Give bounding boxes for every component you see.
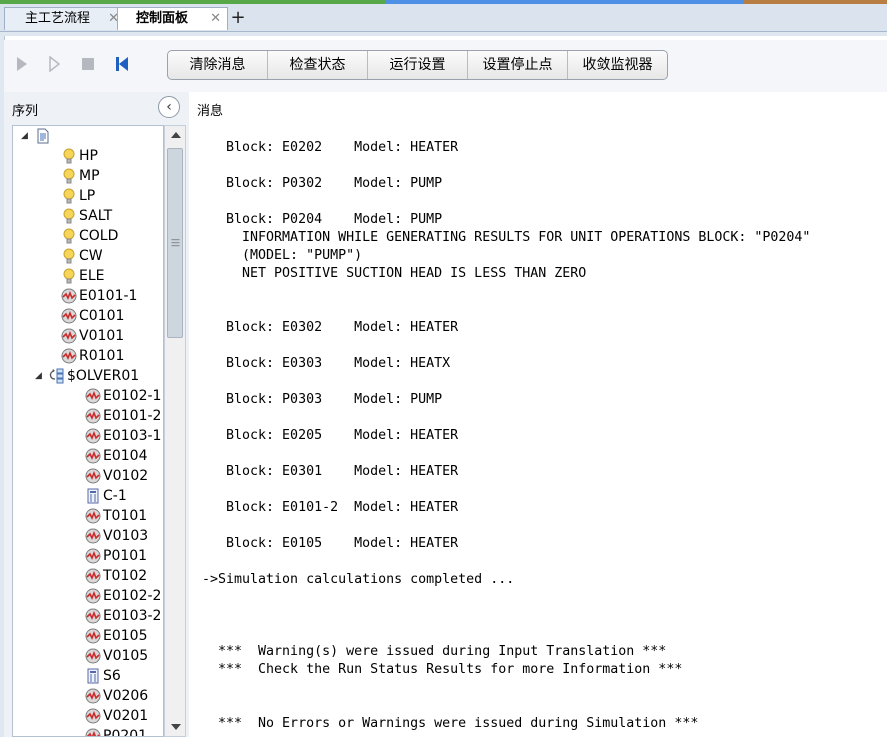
stop-icon[interactable]	[80, 56, 96, 72]
message-line: Block: E0301 Model: HEATER	[202, 464, 459, 479]
expand-toggle-icon[interactable]: ◢	[21, 126, 28, 146]
tree-item-label: R0101	[79, 348, 125, 364]
tree-item-label: T0101	[103, 508, 148, 524]
reset-icon[interactable]	[114, 56, 130, 72]
tree-item-label: HP	[79, 148, 98, 164]
message-line: Block: P0302 Model: PUMP	[202, 176, 443, 191]
close-icon[interactable]: ✕	[210, 8, 221, 30]
tree-item-label: V0201	[103, 708, 149, 724]
tab-label: 主工艺流程	[25, 11, 91, 26]
scroll-up-icon[interactable]	[171, 132, 181, 138]
grip-icon: — — —	[171, 235, 180, 251]
tree-item-label: E0103-1	[103, 428, 162, 444]
message-line: Block: E0101-2 Model: HEATER	[202, 500, 459, 515]
add-tab-icon[interactable]: +	[229, 9, 247, 27]
messages-title: 消息	[197, 104, 224, 119]
tree-item-label: E0103-2	[103, 608, 162, 624]
message-line: Block: E0205 Model: HEATER	[202, 428, 459, 443]
scroll-thumb[interactable]: — — —	[167, 148, 183, 338]
message-line: (MODEL: "PUMP")	[202, 248, 363, 263]
tree-item-label: V0103	[103, 528, 149, 544]
message-line: Block: E0202 Model: HEATER	[202, 140, 459, 155]
tree-item-label: CW	[79, 248, 103, 264]
message-line: Block: E0105 Model: HEATER	[202, 536, 459, 551]
message-line: Block: E0302 Model: HEATER	[202, 320, 459, 335]
tree-item-label: COLD	[79, 228, 119, 244]
control-button-group: 清除消息 检查状态 运行设置 设置停止点 收敛监视器	[167, 50, 668, 80]
tree-item-label: SALT	[79, 208, 113, 224]
run-settings-button[interactable]: 运行设置	[368, 51, 468, 79]
clear-messages-button[interactable]: 清除消息	[168, 51, 268, 79]
convergence-monitor-button[interactable]: 收敛监视器	[568, 51, 667, 79]
tree-item-label: $OLVER01	[67, 368, 140, 384]
tab-control-panel[interactable]: 控制面板 ✕	[117, 7, 228, 30]
tab-main-flowsheet[interactable]: 主工艺流程 ✕	[4, 7, 126, 30]
messages-area[interactable]: Block: E0202 Model: HEATER Block: P0302 …	[190, 124, 887, 737]
tree-item-label: ELE	[79, 268, 105, 284]
tree-item-label: E0101-2	[103, 408, 162, 424]
message-line: INFORMATION WHILE GENERATING RESULTS FOR…	[202, 230, 811, 245]
tree-item-label: C-1	[103, 488, 127, 504]
set-stop-point-button[interactable]: 设置停止点	[468, 51, 568, 79]
tree-item-label: MP	[79, 168, 100, 184]
tree-item-label: E0101-1	[79, 288, 138, 304]
message-line: ->Simulation calculations completed ...	[202, 572, 515, 587]
tree-item-label: T0102	[103, 568, 148, 584]
tree-item-label: V0101	[79, 328, 125, 344]
scroll-down-icon[interactable]	[171, 724, 181, 730]
tree-item-label: E0102-2	[103, 588, 162, 604]
message-line: Block: P0204 Model: PUMP	[202, 212, 443, 227]
document-tab-strip: 主工艺流程 ✕ 控制面板 ✕ +	[0, 4, 887, 32]
tree-item-label: S6	[103, 668, 121, 684]
tree-item-label: P0201	[103, 728, 148, 737]
message-line: *** Warning(s) were issued during Input …	[202, 644, 667, 659]
step-icon[interactable]	[46, 56, 62, 72]
tree-item-label: V0206	[103, 688, 149, 704]
tree-item-label: E0105	[103, 628, 148, 644]
tree-scrollbar[interactable]: — — —	[164, 125, 186, 737]
tab-label: 控制面板	[136, 11, 189, 26]
message-line: Block: P0303 Model: PUMP	[202, 392, 443, 407]
expand-toggle-icon[interactable]: ◢	[35, 366, 42, 386]
message-line: Block: E0303 Model: HEATX	[202, 356, 451, 371]
tree-item-label: V0105	[103, 648, 149, 664]
tree-item-label: LP	[79, 188, 96, 204]
collapse-pane-button[interactable]: ‹	[158, 96, 180, 118]
tree-item-label: P0101	[103, 548, 148, 564]
run-icon[interactable]	[14, 56, 30, 72]
tree-item-label: E0102-1	[103, 388, 162, 404]
sequence-title: 序列	[12, 104, 39, 119]
message-line: NET POSITIVE SUCTION HEAD IS LESS THAN Z…	[202, 266, 587, 281]
check-status-button[interactable]: 检查状态	[268, 51, 368, 79]
tree-item-label: C0101	[79, 308, 125, 324]
tree-item-label: V0102	[103, 468, 149, 484]
message-line: *** Check the Run Status Results for mor…	[202, 662, 683, 677]
sequence-tree[interactable]: ◢ HP MP LP SALT COLD CW ELE E0101-1 C0101 V0101 R01…	[12, 125, 164, 737]
message-line: *** No Errors or Warnings were issued du…	[202, 716, 699, 731]
tree-item-label: E0104	[103, 448, 148, 464]
